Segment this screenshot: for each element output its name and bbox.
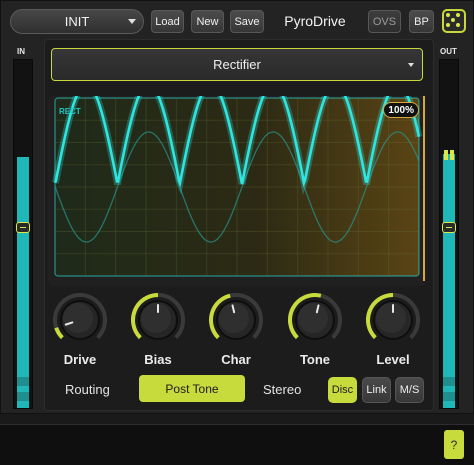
input-meter-track (16, 60, 30, 408)
knob-level[interactable]: Level (365, 292, 421, 367)
preset-name: INIT (64, 14, 90, 29)
routing-button[interactable]: Post Tone (139, 375, 245, 402)
footer-bar (0, 424, 474, 465)
knob-label: Char (221, 352, 251, 367)
drive-knob-dial[interactable] (52, 292, 108, 348)
tone-knob-dial[interactable] (287, 292, 343, 348)
stereo-disc-button[interactable]: Disc (328, 377, 357, 403)
knob-label: Drive (63, 352, 97, 367)
dice-icon[interactable] (442, 9, 466, 33)
knob-cap (298, 303, 328, 333)
input-meter[interactable] (13, 59, 33, 409)
routing-label: Routing (65, 382, 110, 397)
input-peak-segment (17, 392, 29, 401)
stereo-link-button[interactable]: Link (362, 377, 391, 403)
oversampling-button[interactable]: OVS (368, 10, 401, 33)
stereo-ms-button[interactable]: M/S (395, 377, 424, 403)
output-peak-segment (443, 392, 455, 401)
waveform-scope: RECT 100% (48, 96, 426, 286)
load-button[interactable]: Load (151, 10, 184, 33)
knob-label: Tone (299, 352, 331, 367)
level-knob-dial[interactable] (365, 292, 421, 348)
knob-char[interactable]: Char (208, 292, 264, 367)
waveform-display (51, 96, 425, 281)
output-meter-label: OUT (440, 47, 457, 56)
new-button[interactable]: New (191, 10, 224, 33)
input-peak-segment (17, 377, 29, 386)
knob-drive[interactable]: Drive (52, 292, 108, 367)
input-gain-handle[interactable] (16, 222, 30, 233)
save-button[interactable]: Save (230, 10, 264, 33)
help-button[interactable]: ? (444, 430, 464, 459)
input-meter-fill (17, 157, 29, 408)
knob-value-arc (54, 327, 64, 340)
output-meter-fill (443, 153, 455, 408)
mode-selector[interactable]: Rectifier (51, 48, 423, 81)
mode-selected: Rectifier (213, 57, 261, 72)
stereo-label: Stereo (263, 382, 302, 397)
mix-readout[interactable]: 100% (383, 102, 419, 118)
bias-knob-dial[interactable] (130, 292, 186, 348)
plugin-title: PyroDrive (284, 13, 346, 29)
knob-bias[interactable]: Bias (130, 292, 186, 367)
knob-cap (376, 303, 406, 333)
waveform-type-label: RECT (59, 107, 81, 116)
knob-cap (63, 303, 93, 333)
knob-tone[interactable]: Tone (287, 292, 343, 367)
chevron-down-icon (408, 63, 414, 67)
bypass-button[interactable]: BP (409, 10, 434, 33)
output-peak-segment (443, 377, 455, 386)
output-clip-indicator (444, 150, 448, 160)
knob-label: Level (376, 352, 410, 367)
knob-cap (141, 303, 171, 333)
char-knob-dial[interactable] (208, 292, 264, 348)
output-clip-indicator (450, 150, 454, 160)
plugin-window: INIT Load New Save PyroDrive OVS BP IN O… (0, 0, 474, 414)
input-meter-label: IN (17, 47, 25, 56)
preset-selector[interactable]: INIT (10, 9, 144, 34)
output-meter[interactable] (439, 59, 459, 409)
knob-label: Bias (144, 352, 172, 367)
output-meter-track (442, 60, 456, 408)
output-gain-handle[interactable] (442, 222, 456, 233)
chevron-down-icon (128, 19, 136, 24)
